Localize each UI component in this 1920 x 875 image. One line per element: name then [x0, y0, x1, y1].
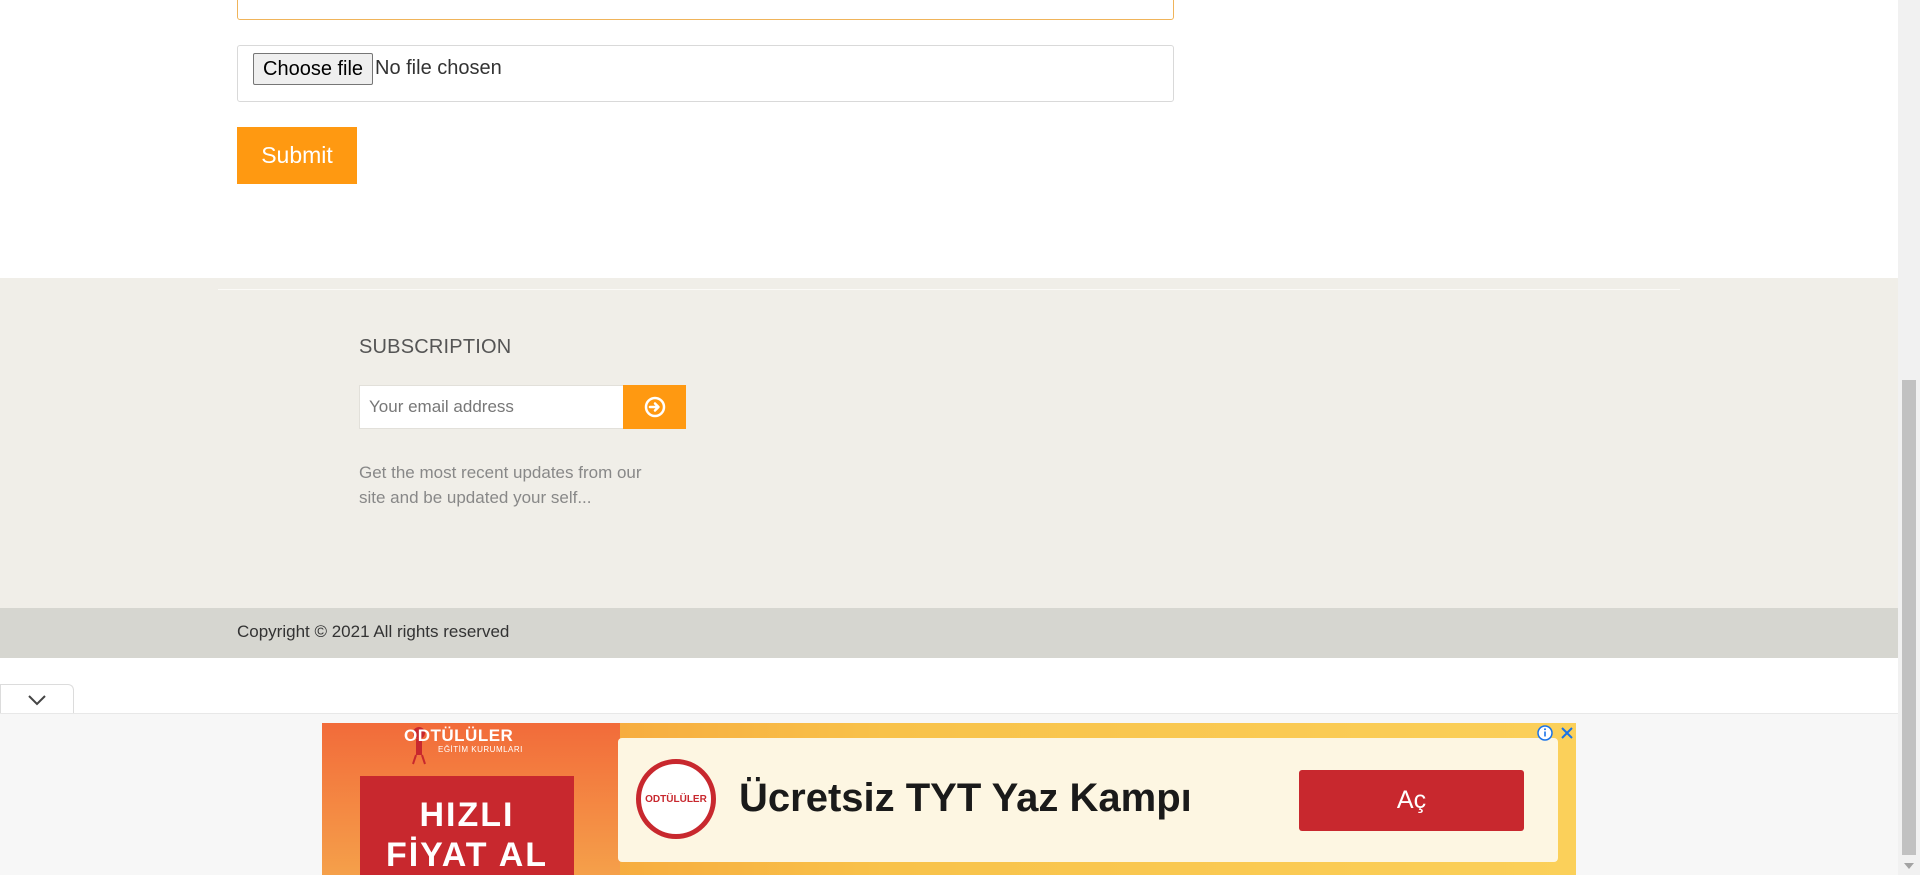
subscribe-button[interactable] [623, 385, 686, 429]
scroll-down-button[interactable] [1898, 857, 1920, 875]
close-icon[interactable] [1558, 724, 1576, 742]
email-input[interactable] [359, 385, 624, 429]
ad-promo-line1: HIZLI [419, 796, 515, 834]
chevron-down-icon [28, 695, 46, 706]
subscription-description: Get the most recent updates from our sit… [359, 463, 642, 507]
ad-banner[interactable]: ODTÜLÜLER EĞİTİM KURUMLARI HIZLI FİYAT A… [322, 723, 1576, 875]
submit-button[interactable]: Submit [237, 127, 357, 184]
ad-logo: ODTÜLÜLER [636, 759, 716, 839]
text-input-partial[interactable] [237, 0, 1174, 20]
file-upload-field[interactable]: Choose file No file chosen [237, 45, 1174, 102]
ad-brand: ODTÜLÜLER [404, 726, 514, 745]
file-status-text: No file chosen [375, 57, 502, 79]
circle-arrow-right-icon [644, 396, 665, 418]
ad-left-panel: ODTÜLÜLER EĞİTİM KURUMLARI HIZLI FİYAT A… [322, 723, 620, 875]
ad-promo-line2: FİYAT AL [385, 836, 549, 874]
scrollbar-thumb[interactable] [1902, 380, 1916, 855]
subscription-heading: SUBSCRIPTION [359, 336, 512, 358]
ad-promo-box: HIZLI FİYAT AL [360, 776, 574, 875]
ad-logo-text: ODTÜLÜLER [645, 793, 707, 805]
collapse-ad-button[interactable] [0, 684, 74, 715]
scrollbar[interactable] [1898, 0, 1920, 875]
footer: SUBSCRIPTION Get the most recent updates… [0, 278, 1898, 608]
copyright-text: Copyright © 2021 All rights reserved [237, 622, 510, 641]
ad-headline: Ücretsiz TYT Yaz Kampı [739, 776, 1192, 820]
footer-divider [218, 289, 1680, 290]
ad-brand-subtitle: EĞİTİM KURUMLARI [438, 745, 523, 754]
copyright-bar: Copyright © 2021 All rights reserved [0, 608, 1898, 658]
ad-card: ODTÜLÜLER Ücretsiz TYT Yaz Kampı Aç [618, 738, 1558, 862]
triangle-down-icon [1904, 863, 1914, 869]
info-icon[interactable] [1536, 724, 1554, 742]
ad-open-button[interactable]: Aç [1299, 770, 1524, 831]
choose-file-button[interactable]: Choose file [253, 53, 374, 85]
